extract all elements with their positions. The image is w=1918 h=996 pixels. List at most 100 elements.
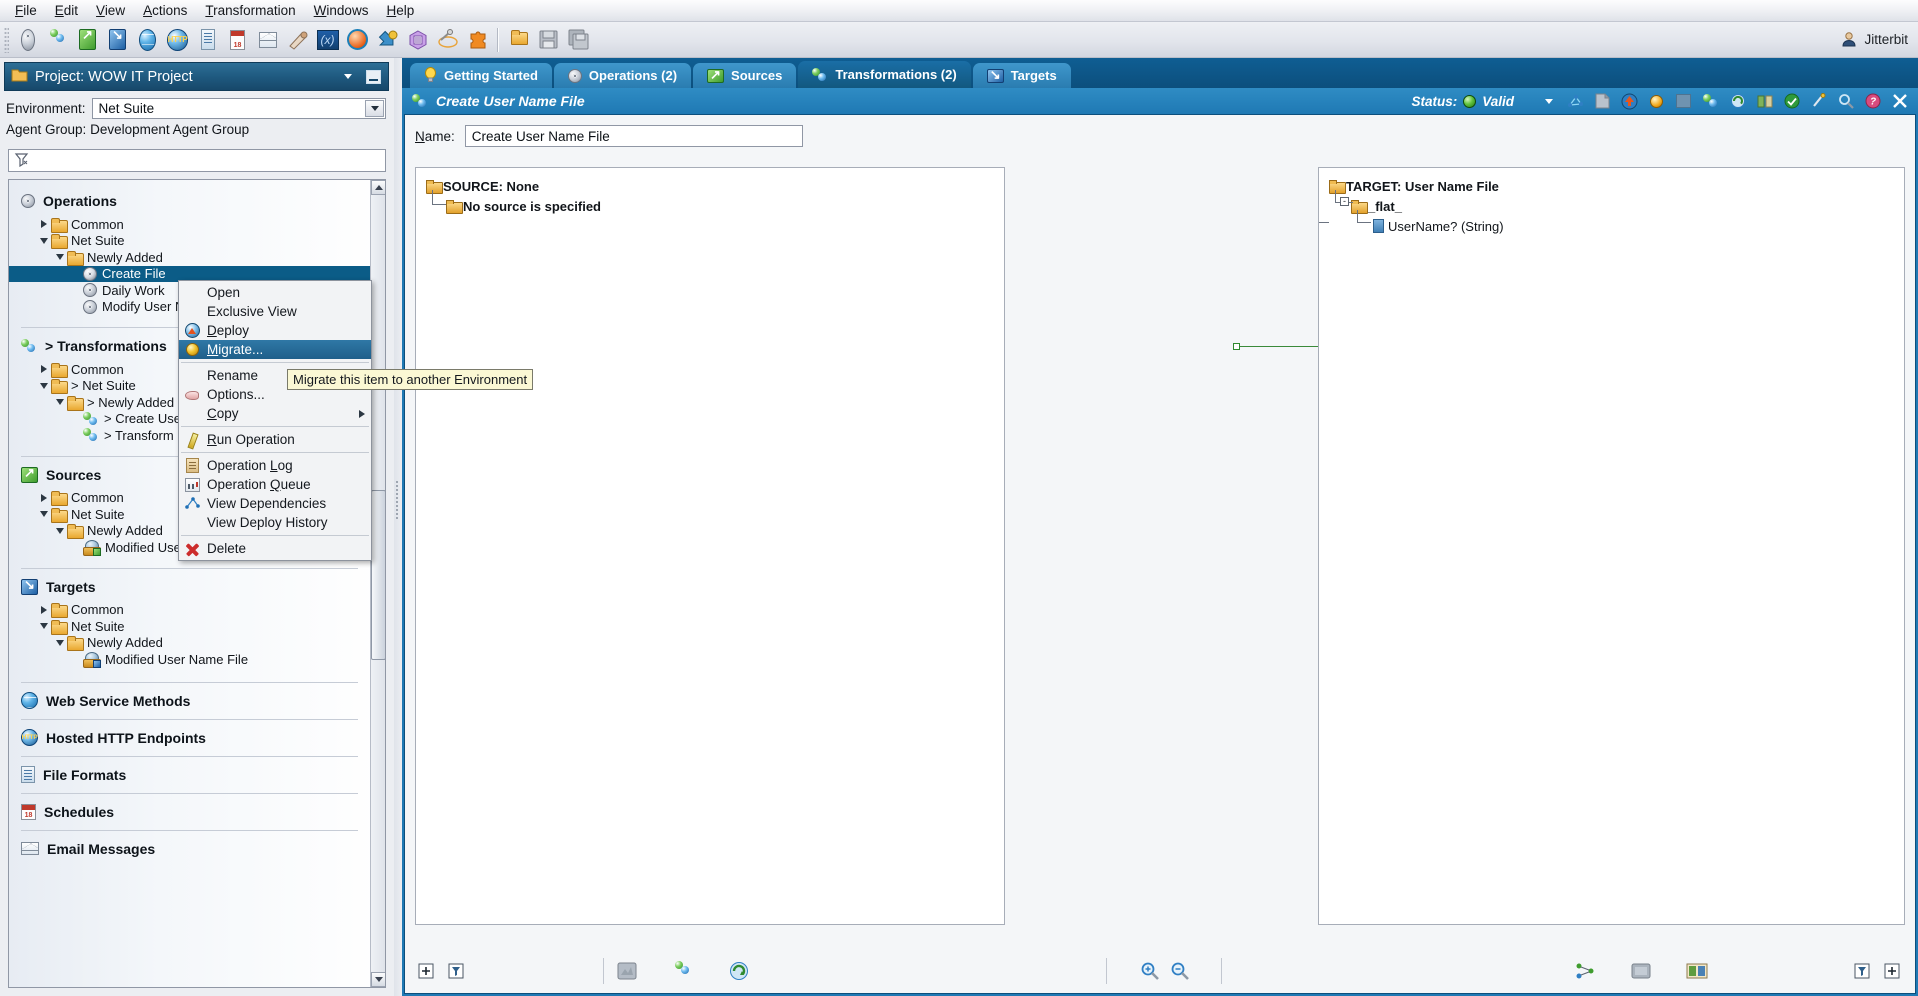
search-button[interactable] [1835, 91, 1856, 112]
open-project-icon[interactable] [504, 25, 533, 54]
validate-button[interactable] [1781, 91, 1802, 112]
twisty-down-icon[interactable] [53, 639, 67, 646]
tab-operations[interactable]: Operations (2) [553, 63, 692, 88]
scrollbar-thumb[interactable] [371, 490, 385, 660]
new-operation-icon[interactable] [13, 25, 42, 54]
menu-edit[interactable]: Edit [46, 1, 87, 21]
tree-section-hosted-http-endpoints[interactable]: HTTP Hosted HTTP Endpoints [9, 723, 370, 753]
new-file-format-icon[interactable] [193, 25, 222, 54]
menu-transformation[interactable]: Transformation [196, 1, 304, 21]
target-pane[interactable]: TARGET: User Name File _flat_ UserName? … [1318, 167, 1905, 925]
toolbar-grip[interactable] [4, 26, 9, 53]
project-dropdown-icon[interactable] [339, 69, 357, 85]
new-variable-icon[interactable]: (x) [313, 25, 342, 54]
transform-settings-button[interactable] [668, 956, 698, 986]
refresh-button[interactable] [1727, 91, 1748, 112]
new-transformation-icon[interactable] [43, 25, 72, 54]
scroll-up-button[interactable] [371, 180, 385, 195]
auto-map-button[interactable] [1808, 91, 1829, 112]
twisty-down-icon[interactable] [53, 399, 67, 406]
context-menu-item-migrate[interactable]: Migrate... [179, 340, 371, 359]
context-menu-item-deploy[interactable]: Deploy [179, 321, 371, 340]
panel-splitter[interactable] [394, 58, 402, 996]
tab-transformations[interactable]: Transformations (2) [798, 61, 971, 88]
transformation-settings-button[interactable] [1700, 91, 1721, 112]
chevron-down-icon[interactable] [365, 99, 384, 117]
name-input[interactable]: Create User Name File [464, 125, 803, 147]
deploy-icon[interactable] [373, 25, 402, 54]
status-dropdown-icon[interactable] [1538, 91, 1559, 112]
context-menu-item-copy[interactable]: Copy [179, 404, 371, 423]
twisty-down-icon[interactable] [37, 237, 51, 244]
environment-select[interactable]: Net Suite [91, 97, 386, 119]
migrate-button[interactable] [1646, 91, 1667, 112]
refresh-mapping-button[interactable] [724, 956, 754, 986]
tree-section-operations[interactable]: Operations [9, 186, 370, 216]
view-dependencies-button[interactable] [1565, 91, 1586, 112]
new-target-icon[interactable] [103, 25, 132, 54]
tree-node-operations-newlyadded[interactable]: Newly Added [9, 249, 370, 266]
test-connection-icon[interactable] [433, 25, 462, 54]
tree-vertical-scrollbar[interactable] [370, 180, 385, 987]
map-fields-button[interactable] [1570, 956, 1600, 986]
new-queue-icon[interactable] [403, 25, 432, 54]
context-menu-item-open[interactable]: Open [179, 283, 371, 302]
expand-all-button[interactable] [411, 956, 441, 986]
context-menu-item-exclusive-view[interactable]: Exclusive View [179, 302, 371, 321]
twisty-right-icon[interactable] [37, 220, 51, 229]
deploy-button[interactable] [1619, 91, 1640, 112]
tree-node-targets-netsuite[interactable]: Net Suite [9, 618, 370, 635]
source-pane[interactable]: SOURCE: None No source is specified [415, 167, 1005, 925]
current-user[interactable]: Jitterbit [1841, 26, 1908, 52]
tree-node-targets-common[interactable]: Common [9, 602, 370, 619]
context-menu-item-operation-queue[interactable]: Operation Queue [179, 475, 371, 494]
target-flat-node[interactable]: _flat_ [1329, 196, 1504, 216]
menu-view[interactable]: View [87, 1, 134, 21]
tree-section-file-formats[interactable]: File Formats [9, 760, 370, 790]
zoom-out-button[interactable] [1165, 956, 1195, 986]
filter-right-button[interactable] [1847, 956, 1877, 986]
new-source-icon[interactable] [73, 25, 102, 54]
filter-button[interactable] [441, 956, 471, 986]
expand-right-button[interactable] [1877, 956, 1907, 986]
new-plugin-icon[interactable] [343, 25, 372, 54]
zoom-in-button[interactable] [1135, 956, 1165, 986]
search-field[interactable] [33, 152, 385, 169]
context-menu-item-operation-log[interactable]: Operation Log [179, 456, 371, 475]
plugins-icon[interactable] [463, 25, 492, 54]
twisty-down-icon[interactable] [53, 254, 67, 261]
target-field-node[interactable]: UserName? (String) [1329, 216, 1504, 236]
mapping-button[interactable] [1754, 91, 1775, 112]
new-http-endpoint-icon[interactable]: HTTP [163, 25, 192, 54]
menu-help[interactable]: Help [377, 1, 423, 21]
context-menu-item-view-dependencies[interactable]: View Dependencies [179, 494, 371, 513]
new-web-service-icon[interactable] [133, 25, 162, 54]
tree-node-operations-common[interactable]: Common [9, 216, 370, 233]
search-input[interactable] [8, 149, 386, 172]
twisty-down-icon[interactable] [37, 382, 51, 389]
close-editor-button[interactable] [1889, 91, 1910, 112]
save-all-icon[interactable] [564, 25, 593, 54]
tree-node-targets-newlyadded[interactable]: Newly Added [9, 635, 370, 652]
help-button[interactable]: ? [1862, 91, 1883, 112]
tab-getting-started[interactable]: Getting Started [410, 63, 552, 88]
project-minimize-button[interactable] [364, 69, 382, 85]
menu-actions[interactable]: Actions [134, 1, 196, 21]
test-mapping-button[interactable] [1682, 956, 1712, 986]
preview-button[interactable] [612, 956, 642, 986]
target-root-node[interactable]: TARGET: User Name File [1329, 176, 1504, 196]
twisty-right-icon[interactable] [37, 493, 51, 502]
context-menu-item-view-deploy-history[interactable]: View Deploy History [179, 513, 371, 532]
context-menu-item-delete[interactable]: Delete [179, 539, 371, 558]
source-root-node[interactable]: SOURCE: None [426, 176, 601, 196]
context-menu-item-run-operation[interactable]: Run Operation [179, 430, 371, 449]
twisty-right-icon[interactable] [37, 365, 51, 374]
clear-mapping-button[interactable] [1626, 956, 1656, 986]
twisty-down-icon[interactable] [37, 511, 51, 518]
new-script-icon[interactable] [283, 25, 312, 54]
target-expander-icon[interactable]: - [1340, 197, 1349, 206]
save-icon[interactable] [534, 25, 563, 54]
tree-section-web-service-methods[interactable]: Web Service Methods [9, 686, 370, 716]
tab-targets[interactable]: Targets [972, 63, 1071, 88]
disabled-button[interactable] [1673, 91, 1694, 112]
